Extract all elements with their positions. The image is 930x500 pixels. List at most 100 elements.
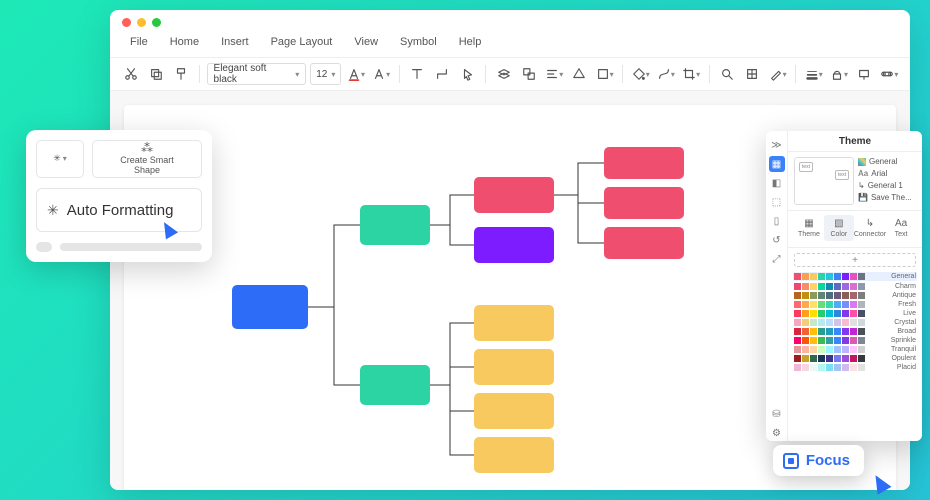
swatch-row[interactable]: Antique	[794, 292, 916, 299]
tab-connector[interactable]: ↳Connector	[854, 215, 886, 241]
hyperlink-button[interactable]: ▾	[879, 63, 900, 85]
swatch-cell	[858, 292, 865, 299]
theme-option[interactable]: 💾Save The...	[858, 193, 916, 202]
theme-panel-title: Theme	[788, 131, 922, 152]
rail-expand-icon[interactable]: ⤢	[769, 251, 785, 267]
focus-button[interactable]: Focus	[773, 445, 864, 476]
slider[interactable]	[36, 242, 202, 252]
swatch-cell	[826, 292, 833, 299]
cut-button[interactable]	[120, 63, 141, 85]
swatch-cell	[842, 273, 849, 280]
search-button[interactable]	[717, 63, 738, 85]
lock-button[interactable]: ▾	[828, 63, 849, 85]
rail-settings-icon[interactable]: ⚙	[769, 425, 785, 441]
tab-color[interactable]: ▧Color	[824, 215, 854, 241]
auto-formatting-button[interactable]: ✳ Auto Formatting	[36, 188, 202, 232]
theme-option[interactable]: AaArial	[858, 169, 916, 178]
diagram-node[interactable]	[474, 349, 554, 385]
swatch-cell	[794, 346, 801, 353]
swatch-cell	[858, 310, 865, 317]
diagram-node[interactable]	[474, 393, 554, 429]
menu-home[interactable]: Home	[160, 33, 209, 51]
theme-option[interactable]: ↳General 1	[858, 181, 916, 190]
menu-help[interactable]: Help	[449, 33, 492, 51]
create-smart-shape-button[interactable]: ⁂ Create Smart Shape	[92, 140, 202, 178]
add-theme-button[interactable]: +	[794, 253, 916, 267]
swatch-cell	[850, 364, 857, 371]
smart-shape-icon: ⁂	[141, 142, 153, 155]
menu-symbol[interactable]: Symbol	[390, 33, 447, 51]
swatch-cell	[850, 273, 857, 280]
swatch-cell	[794, 273, 801, 280]
swatch-cell	[794, 355, 801, 362]
minimize-window-icon[interactable]	[137, 18, 146, 27]
rail-style-icon[interactable]: ◧	[769, 175, 785, 191]
fill-button[interactable]: ▾	[630, 63, 651, 85]
swatch-row[interactable]: Live	[794, 310, 916, 317]
theme-rail: ≫ ▦ ◧ ⬚ ▯ ↺ ⤢ ⛁ ⚙	[766, 131, 788, 441]
menu-view[interactable]: View	[344, 33, 388, 51]
theme-option[interactable]: General	[858, 157, 916, 166]
diagram-node[interactable]	[360, 365, 430, 405]
rail-layers-icon[interactable]: ⬚	[769, 194, 785, 210]
rail-theme-icon[interactable]: ▦	[769, 156, 785, 172]
diagram-node[interactable]	[474, 437, 554, 473]
line-style-button[interactable]: ▾	[655, 63, 676, 85]
crop-button[interactable]: ▾	[681, 63, 702, 85]
maximize-window-icon[interactable]	[152, 18, 161, 27]
rail-history-icon[interactable]: ↺	[769, 232, 785, 248]
rail-page-icon[interactable]: ▯	[769, 213, 785, 229]
diagram-node[interactable]	[474, 177, 554, 213]
diagram-node[interactable]	[360, 205, 430, 245]
rotate-button[interactable]	[569, 63, 590, 85]
diagram-node[interactable]	[604, 187, 684, 219]
rail-cart-icon[interactable]: ⛁	[769, 406, 785, 422]
layers-button[interactable]	[742, 63, 763, 85]
tab-theme[interactable]: ▦Theme	[794, 215, 824, 241]
swatch-cell	[794, 292, 801, 299]
text-tool-button[interactable]	[407, 63, 428, 85]
font-color-button[interactable]: ▾	[345, 63, 366, 85]
swatch-row[interactable]: Opulent	[794, 355, 916, 362]
rail-back-icon[interactable]: ≫	[769, 137, 785, 153]
swatch-cell	[810, 319, 817, 326]
swatch-row[interactable]: Sprinkle	[794, 337, 916, 344]
diagram-node[interactable]	[474, 227, 554, 263]
same-size-button[interactable]: ▾	[594, 63, 615, 85]
swatch-row[interactable]: Charm	[794, 283, 916, 290]
diagram-node-root[interactable]	[232, 285, 308, 329]
align-button[interactable]: ▾	[544, 63, 565, 85]
font-size-select[interactable]: 12 ▾	[310, 63, 341, 85]
menu-insert[interactable]: Insert	[211, 33, 259, 51]
swatch-row[interactable]: Broad	[794, 328, 916, 335]
group-button[interactable]	[518, 63, 539, 85]
pen-button[interactable]: ▾	[767, 63, 788, 85]
highlight-color-button[interactable]: ▾	[371, 63, 392, 85]
swatch-cell	[810, 364, 817, 371]
theme-preview[interactable]	[794, 157, 854, 205]
presentation-button[interactable]	[854, 63, 875, 85]
diagram-node[interactable]	[604, 147, 684, 179]
diagram-node[interactable]	[604, 227, 684, 259]
swatch-row[interactable]: Placid	[794, 364, 916, 371]
spark-dropdown[interactable]: ✳ ▾	[36, 140, 84, 178]
line-weight-button[interactable]: ▾	[803, 63, 824, 85]
pointer-tool-button[interactable]	[457, 63, 478, 85]
paint-button[interactable]	[170, 63, 191, 85]
swatch-row[interactable]: Fresh	[794, 301, 916, 308]
close-window-icon[interactable]	[122, 18, 131, 27]
diagram-node[interactable]	[474, 305, 554, 341]
menu-page-layout[interactable]: Page Layout	[261, 33, 343, 51]
menu-file[interactable]: File	[120, 33, 158, 51]
swatch-cell	[826, 346, 833, 353]
swatch-label: Antique	[892, 292, 916, 299]
swatch-row[interactable]: Crystal	[794, 319, 916, 326]
connector-tool-button[interactable]	[432, 63, 453, 85]
send-backward-button[interactable]	[493, 63, 514, 85]
tab-text[interactable]: AaText	[886, 215, 916, 241]
swatch-row[interactable]: General	[793, 272, 917, 281]
font-icon: Aa	[858, 169, 868, 178]
font-family-select[interactable]: Elegant soft black ▾	[207, 63, 307, 85]
swatch-row[interactable]: Tranquil	[794, 346, 916, 353]
copy-button[interactable]	[145, 63, 166, 85]
